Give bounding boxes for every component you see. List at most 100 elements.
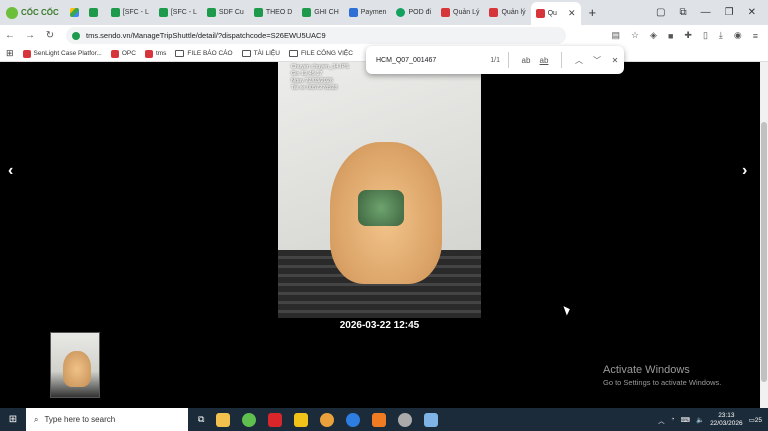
bookmark-tms[interactable]: tms (144, 49, 167, 58)
copy-icon[interactable]: ⧉ (680, 7, 687, 18)
firefox-icon[interactable] (372, 412, 387, 427)
reader-icon[interactable]: ▤ (611, 30, 620, 41)
photo-produce (358, 190, 404, 226)
reload-icon[interactable]: ↻ (40, 30, 60, 41)
bookmark-folder-tailieu[interactable]: TÀI LIỆU (241, 50, 280, 57)
clock[interactable]: 23:13 22/03/2026 (710, 412, 743, 428)
profile-icon[interactable]: ◉ (734, 30, 742, 41)
tab-sheet-5[interactable]: THEO D (249, 0, 297, 25)
screenshot-icon[interactable]: ▢ (656, 7, 665, 18)
pod-icon (396, 8, 406, 17)
bookmark-icon (22, 49, 31, 58)
network-icon[interactable]: ◔ (671, 416, 675, 423)
tab-sheet-3[interactable]: [SFC - L (154, 0, 202, 25)
bookmark-folder-baocao[interactable]: FILE BÁO CÁO (175, 50, 233, 57)
sheets-icon (302, 8, 312, 17)
minimize-icon[interactable]: — (701, 7, 711, 18)
settings-icon[interactable] (398, 412, 413, 427)
new-tab-button[interactable]: + (581, 5, 605, 20)
prev-image-button[interactable]: ‹ (8, 162, 13, 180)
tab-quanly-1[interactable]: Quản Lý (436, 0, 484, 25)
task-view-icon[interactable]: ⧉ (198, 414, 204, 425)
thumbnail[interactable] (50, 332, 100, 398)
close-window-icon[interactable]: ✕ (748, 7, 756, 18)
bookmark-label: FILE BÁO CÁO (187, 50, 233, 57)
sticky-notes-icon[interactable] (294, 412, 309, 427)
download-icon[interactable]: ⤓ (719, 30, 723, 41)
divider (561, 52, 562, 68)
watermark-subtitle: Go to Settings to activate Windows. (603, 378, 722, 387)
taskbar-search[interactable]: ⌕ Type here to search (26, 408, 188, 431)
scrollbar-thumb[interactable] (761, 122, 767, 382)
file-explorer-icon[interactable] (216, 412, 231, 427)
tab-label: Quản Lý (453, 9, 480, 16)
close-icon[interactable]: ✕ (606, 56, 624, 65)
extensions-icon[interactable]: ✚ (684, 30, 692, 41)
window-controls: ▢ ⧉ — ❐ ✕ (656, 7, 768, 18)
photo-timestamp-overlay: Chuyen chuyen_34 IPS Gio 12:45:17 Ngay 2… (291, 64, 349, 92)
brand-label: CỐC CỐC (21, 8, 59, 17)
coccoc-taskbar-icon[interactable] (242, 412, 257, 427)
url-text: tms.sendo.vn/ManageTripShuttle/detail/?d… (86, 31, 326, 40)
tab-gdrive[interactable] (65, 0, 84, 25)
tab-sheet-6[interactable]: GHI CH (297, 0, 344, 25)
scrollbar[interactable] (760, 62, 768, 408)
bookmark-star-icon[interactable]: ☆ (631, 30, 639, 41)
delivery-photo: Chuyen chuyen_34 IPS Gio 12:45:17 Ngay 2… (278, 62, 481, 318)
bookmark-folder-congviec[interactable]: FILE CÔNG VIỆC (288, 50, 353, 57)
close-tab-icon[interactable]: ✕ (568, 8, 576, 19)
notification-icon[interactable]: ▭25 (749, 416, 762, 424)
sheets-icon (253, 8, 263, 17)
back-icon[interactable]: ← (0, 30, 20, 41)
coccoc-icon (6, 6, 18, 19)
bookmark-label: tms (155, 50, 167, 57)
tab-sheet-1[interactable] (84, 0, 106, 25)
forward-icon[interactable]: → (20, 30, 40, 41)
browser-logo[interactable]: CỐC CỐC (0, 0, 65, 25)
restore-icon[interactable]: ❐ (725, 7, 734, 18)
next-image-button[interactable]: › (742, 162, 747, 180)
folder-icon (288, 50, 298, 57)
url-field[interactable]: tms.sendo.vn/ManageTripShuttle/detail/?d… (66, 27, 566, 44)
app-icon[interactable] (320, 412, 335, 427)
google-drive-icon (69, 8, 79, 17)
wps-icon[interactable] (268, 412, 283, 427)
bookmark-opc[interactable]: OPC (110, 49, 136, 58)
tab-pod[interactable]: POD đi (391, 0, 436, 25)
shield-icon[interactable]: ◈ (650, 30, 657, 41)
tab-active[interactable]: Qu ✕ (530, 2, 581, 25)
tray-chevron-icon[interactable]: ︿ (658, 415, 665, 425)
match-diacritics-toggle[interactable]: ab (535, 56, 553, 65)
folder-icon (175, 50, 185, 57)
apps-icon[interactable]: ⊞ (6, 48, 14, 59)
find-input[interactable]: HCM_Q07_001467 (376, 57, 476, 64)
sidebar-icon[interactable]: ▯ (703, 30, 708, 41)
windows-start-icon[interactable]: ⊞ (0, 414, 26, 425)
search-placeholder: Type here to search (44, 415, 116, 424)
tab-sheet-4[interactable]: SDF Cu (202, 0, 249, 25)
bookmark-label: SenLight Case Platfor... (33, 50, 102, 57)
menu-icon[interactable]: ≡ (753, 31, 758, 41)
overlay-line: Ngay 22/03/2026 (291, 78, 333, 84)
tab-payment[interactable]: Paymen (344, 0, 392, 25)
tab-sheet-2[interactable]: [SFC - L (106, 0, 154, 25)
site-info-icon[interactable] (72, 31, 80, 40)
bookmark-senlight[interactable]: SenLight Case Platfor... (22, 49, 102, 58)
zalo-icon[interactable] (346, 412, 361, 427)
app-2-icon[interactable] (424, 412, 439, 427)
tab-quanly-2[interactable]: Quản lý (484, 0, 530, 25)
volume-icon[interactable]: 🔈 (696, 416, 704, 424)
match-case-toggle[interactable]: ab (517, 56, 535, 65)
screen: CỐC CỐC [SFC - L [SFC - L SDF Cu THEO D … (0, 0, 768, 431)
bookmark-icon (110, 49, 119, 58)
keyboard-icon[interactable]: ⌨ (681, 416, 690, 424)
chevron-down-icon[interactable]: ﹀ (588, 55, 606, 66)
watermark-title: Activate Windows (603, 364, 690, 376)
tab-label: Paymen (360, 9, 387, 16)
chevron-up-icon[interactable]: ︿ (570, 55, 588, 66)
image-viewer: ‹ › Chuyen chuyen_34 IPS Gio 12:45:17 Ng… (0, 62, 760, 408)
address-bar: ← → ↻ tms.sendo.vn/ManageTripShuttle/det… (0, 25, 768, 46)
overlay-line: Gio 12:45:17 (291, 71, 323, 77)
extension-1-icon[interactable]: ■ (668, 31, 673, 41)
notification-badge: 25 (754, 416, 762, 424)
